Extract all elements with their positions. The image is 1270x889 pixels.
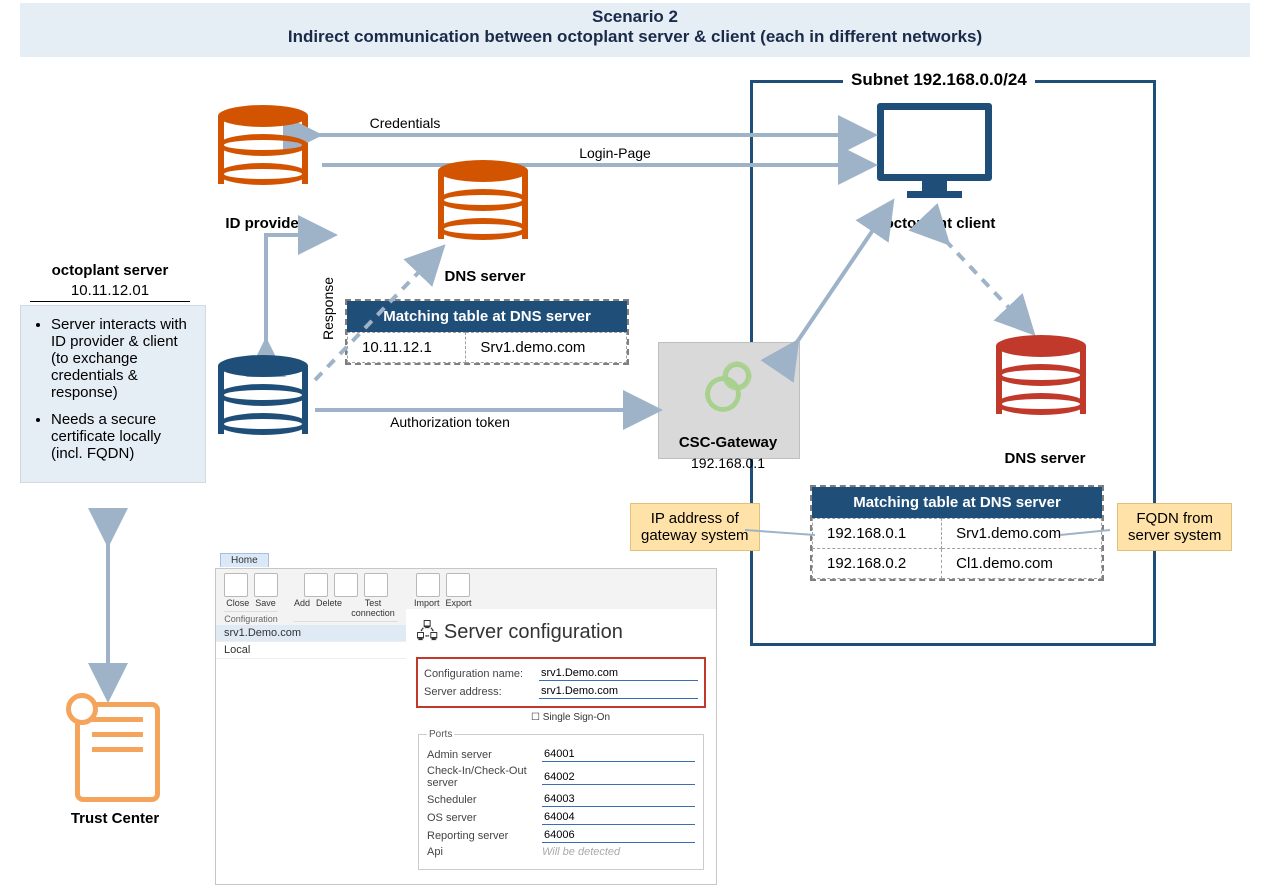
callout-gateway-ip: IP address of gateway system [630,503,760,551]
scenario-title-line1: Scenario 2 [20,3,1250,27]
port-api: Will be detected [542,846,620,858]
dns-left-label: DNS server [420,268,550,285]
dns-match-right-title: Matching table at DNS server [812,487,1102,518]
octo-server-info-box: Server interacts with ID provider & clie… [20,305,206,483]
server-config-window: Home Close Save Configuration [215,568,717,885]
port-cico[interactable] [542,770,695,785]
csc-gateway-ip: 192.168.0.1 [658,455,798,471]
highlighted-config-fields: Configuration name: Server address: [416,657,706,708]
octoplant-client-label: octoplant client [860,215,1020,232]
tree-item-srv1[interactable]: srv1.Demo.com [216,625,406,642]
dns-match-table-right: Matching table at DNS server 192.168.0.1… [810,485,1104,581]
table-row: 10.11.12.1 Srv1.demo.com [348,333,627,363]
test-connection-icon[interactable] [364,573,388,597]
close-icon[interactable] [224,573,248,597]
dns-match-left-title: Matching table at DNS server [347,301,627,332]
octo-server-bullet1: Server interacts with ID provider & clie… [51,316,193,401]
octo-server-ip: 10.11.12.01 [30,282,190,302]
dns-left-db-icon [438,160,528,250]
label-login-page: Login-Page [560,145,670,161]
server-tree: srv1.Demo.com Local [216,625,407,884]
table-row: 192.168.0.1 Srv1.demo.com [813,519,1102,549]
server-address-input[interactable] [539,684,698,699]
dns-right-rows: 192.168.0.1 Srv1.demo.com 192.168.0.2 Cl… [812,518,1102,579]
callout-fqdn: FQDN from server system [1117,503,1232,551]
port-reporting[interactable] [542,828,695,843]
label-response: Response [320,277,336,340]
add-icon[interactable] [304,573,328,597]
dns-right-label: DNS server [980,450,1110,467]
ports-group: Ports Admin server Check-In/Check-Out se… [418,729,704,870]
import-icon[interactable] [416,573,440,597]
table-row: 192.168.0.2 Cl1.demo.com [813,549,1102,579]
confname-input[interactable] [539,666,698,681]
octoplant-server-db-icon [218,355,308,445]
octo-server-title: octoplant server [30,262,190,279]
trust-center-label: Trust Center [45,810,185,827]
port-admin[interactable] [542,747,695,762]
dns-right-db-icon [996,335,1086,425]
save-icon[interactable] [254,573,278,597]
server-config-pane: 🖧 Server configuration Configuration nam… [406,609,716,884]
sso-checkbox[interactable]: ☐ Single Sign-On [531,712,706,723]
dns-match-table-left: Matching table at DNS server 10.11.12.1 … [345,299,629,365]
label-auth-token: Authorization token [370,414,530,430]
port-os[interactable] [542,810,695,825]
subnet-label: Subnet 192.168.0.0/24 [843,70,1035,90]
dns-left-rows: 10.11.12.1 Srv1.demo.com [347,332,627,363]
delete-icon[interactable] [334,573,358,597]
csc-gateway-label: CSC-Gateway [658,434,798,451]
client-monitor-icon [877,103,992,198]
export-icon[interactable] [446,573,470,597]
trust-center-scroll-icon [75,702,160,802]
server-address-label: Server address: [424,686,539,698]
ribbon-tab-home[interactable]: Home [220,553,269,567]
confname-label: Configuration name: [424,668,539,680]
tree-item-local[interactable]: Local [216,642,406,659]
label-credentials: Credentials [340,115,470,131]
idprovider-label: ID provider [200,215,330,232]
port-scheduler[interactable] [542,792,695,807]
scenario-title-bar: Scenario 2 Indirect communication betwee… [20,3,1250,57]
idprovider-db-icon [218,105,308,195]
octo-server-bullet2: Needs a secure certificate locally (incl… [51,411,193,462]
pane-title: 🖧 Server configuration [416,617,706,651]
scenario-title-line2: Indirect communication between octoplant… [20,27,1250,47]
